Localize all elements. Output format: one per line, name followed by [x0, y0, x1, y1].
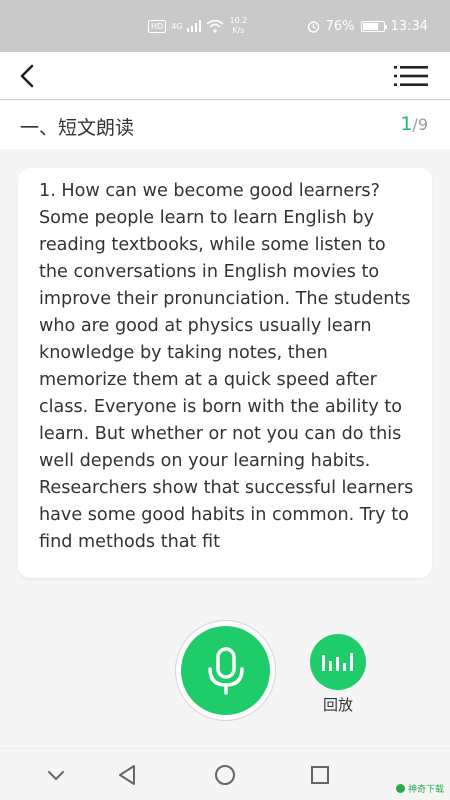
network-type-label: 4G: [171, 21, 183, 31]
watermark: 神奇下载: [395, 782, 444, 795]
alarm-icon: [307, 20, 319, 33]
record-button-inner: [181, 626, 270, 715]
cellular-signal-icon: [187, 20, 202, 32]
question-counter: 1/9: [400, 113, 428, 135]
battery-percent: 76%: [325, 18, 355, 34]
battery-icon: [360, 20, 387, 32]
status-right: 76% 13:34: [307, 0, 428, 52]
system-nav-bar: [0, 748, 450, 800]
speed-value: 10.2: [229, 16, 248, 25]
watermark-text: 神奇下载: [407, 785, 444, 795]
chevron-down-icon[interactable]: [42, 761, 70, 789]
status-bar: HD 4G 10.2 K/s 76% 13:34: [0, 0, 450, 52]
passage-text: 1. How can we become good learners? Some…: [39, 181, 414, 552]
list-menu-icon[interactable]: [394, 64, 428, 88]
square-recents-icon[interactable]: [306, 761, 334, 789]
audio-bars-icon: [322, 653, 353, 671]
microphone-icon: [207, 646, 244, 695]
passage-card: 1. How can we become good learners? Some…: [18, 168, 432, 578]
current-question-number: 1: [400, 113, 413, 135]
section-title: 一、短文朗读: [20, 117, 135, 139]
wifi-icon: [206, 19, 225, 33]
triangle-back-icon[interactable]: [114, 761, 142, 789]
clock-time: 13:34: [390, 18, 428, 34]
status-left: HD 4G 10.2 K/s: [148, 0, 247, 52]
section-header: 一、短文朗读 1/9: [0, 101, 450, 149]
back-chevron-icon[interactable]: [14, 62, 42, 90]
watermark-logo-icon: [395, 784, 405, 793]
playback-label: 回放: [322, 696, 353, 714]
record-button[interactable]: [175, 620, 276, 721]
playback-button[interactable]: [310, 634, 366, 690]
circle-home-icon[interactable]: [211, 761, 239, 789]
total-questions: 9: [417, 115, 428, 134]
top-toolbar: [0, 52, 450, 100]
speed-unit: K/s: [232, 26, 245, 35]
hd-badge: HD: [148, 19, 167, 33]
network-speed: 10.2 K/s: [229, 16, 247, 36]
